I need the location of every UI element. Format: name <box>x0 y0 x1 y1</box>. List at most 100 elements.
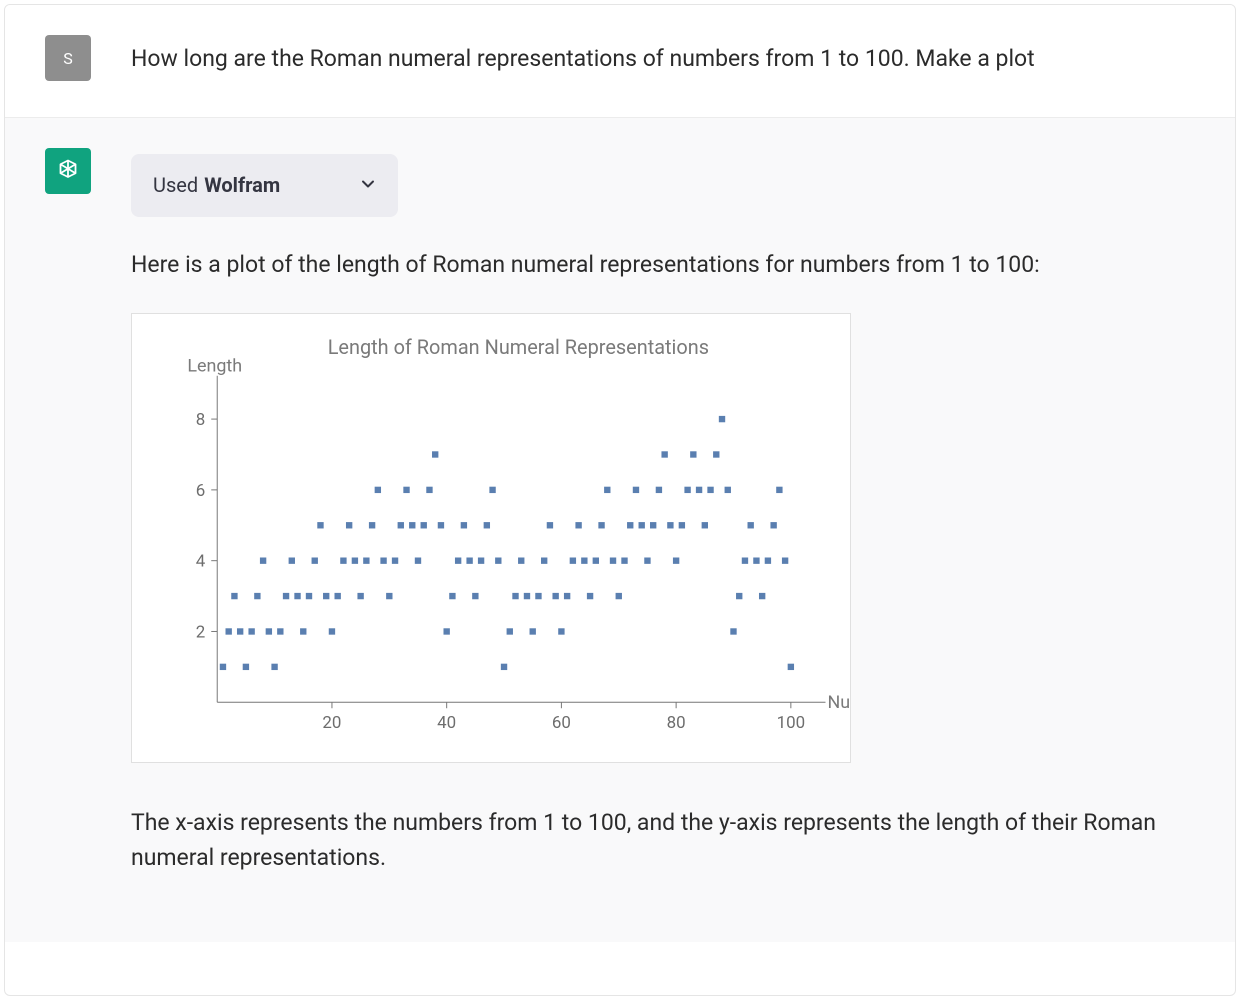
data-point <box>535 593 541 599</box>
data-point <box>289 557 295 563</box>
user-avatar: S <box>45 35 91 81</box>
user-message-row: S How long are the Roman numeral represe… <box>5 5 1235 118</box>
data-point <box>644 557 650 563</box>
assistant-outro-text: The x-axis represents the numbers from 1… <box>131 805 1195 876</box>
data-point <box>438 522 444 528</box>
data-point <box>421 522 427 528</box>
data-point <box>363 557 369 563</box>
data-point <box>478 557 484 563</box>
data-point <box>587 593 593 599</box>
data-point <box>266 628 272 634</box>
y-tick-label: 6 <box>196 480 206 500</box>
data-point <box>627 522 633 528</box>
data-point <box>432 451 438 457</box>
data-point <box>736 593 742 599</box>
data-point <box>323 593 329 599</box>
data-point <box>380 557 386 563</box>
data-point <box>426 486 432 492</box>
data-point <box>409 522 415 528</box>
data-point <box>667 522 673 528</box>
user-message-text: How long are the Roman numeral represent… <box>131 35 1195 81</box>
data-point <box>329 628 335 634</box>
data-point <box>507 628 513 634</box>
data-point <box>392 557 398 563</box>
data-point <box>386 593 392 599</box>
data-point <box>346 522 352 528</box>
data-point <box>616 593 622 599</box>
data-point <box>776 486 782 492</box>
data-point <box>730 628 736 634</box>
data-point <box>403 486 409 492</box>
x-axis-label: Number <box>827 692 850 713</box>
assistant-intro-text: Here is a plot of the length of Roman nu… <box>131 247 1195 283</box>
data-point <box>604 486 610 492</box>
data-point <box>231 593 237 599</box>
data-point <box>656 486 662 492</box>
data-point <box>512 593 518 599</box>
data-point <box>495 557 501 563</box>
data-point <box>461 522 467 528</box>
data-point <box>673 557 679 563</box>
data-point <box>248 628 254 634</box>
assistant-avatar <box>45 148 91 194</box>
data-point <box>575 522 581 528</box>
tool-used-chip[interactable]: Used Wolfram <box>131 154 398 217</box>
data-point <box>593 557 599 563</box>
data-point <box>334 593 340 599</box>
data-point <box>610 557 616 563</box>
y-tick-label: 4 <box>196 551 206 571</box>
data-point <box>725 486 731 492</box>
data-point <box>501 663 507 669</box>
data-point <box>271 663 277 669</box>
y-axis-label: Length <box>187 355 242 376</box>
data-point <box>742 557 748 563</box>
user-initial: S <box>63 49 73 68</box>
data-point <box>570 557 576 563</box>
data-point <box>661 451 667 457</box>
data-point <box>455 557 461 563</box>
data-point <box>260 557 266 563</box>
tool-used-name: Wolfram <box>204 170 280 201</box>
x-tick-label: 20 <box>322 713 341 733</box>
data-point <box>621 557 627 563</box>
data-point <box>306 593 312 599</box>
data-point <box>375 486 381 492</box>
data-point <box>357 593 363 599</box>
x-tick-label: 60 <box>552 713 571 733</box>
data-point <box>759 593 765 599</box>
data-point <box>466 557 472 563</box>
chevron-down-icon <box>360 170 376 201</box>
data-point <box>243 663 249 669</box>
data-point <box>558 628 564 634</box>
data-point <box>696 486 702 492</box>
chart-svg: Length of Roman Numeral RepresentationsL… <box>132 314 850 762</box>
y-tick-label: 8 <box>196 410 206 430</box>
data-point <box>782 557 788 563</box>
assistant-message-row: Used Wolfram Here is a plot of the lengt… <box>5 118 1235 942</box>
data-point <box>684 486 690 492</box>
data-point <box>564 593 570 599</box>
data-point <box>753 557 759 563</box>
data-point <box>748 522 754 528</box>
data-point <box>254 593 260 599</box>
data-point <box>765 557 771 563</box>
data-point <box>713 451 719 457</box>
data-point <box>443 628 449 634</box>
data-point <box>294 593 300 599</box>
data-point <box>449 593 455 599</box>
openai-logo-icon <box>53 156 83 186</box>
data-point <box>679 522 685 528</box>
data-point <box>639 522 645 528</box>
data-point <box>598 522 604 528</box>
data-point <box>690 451 696 457</box>
data-point <box>788 663 794 669</box>
data-point <box>770 522 776 528</box>
chart-container: Length of Roman Numeral RepresentationsL… <box>131 313 851 763</box>
data-point <box>398 522 404 528</box>
data-point <box>530 628 536 634</box>
data-point <box>518 557 524 563</box>
data-point <box>541 557 547 563</box>
data-point <box>489 486 495 492</box>
data-point <box>552 593 558 599</box>
data-point <box>415 557 421 563</box>
